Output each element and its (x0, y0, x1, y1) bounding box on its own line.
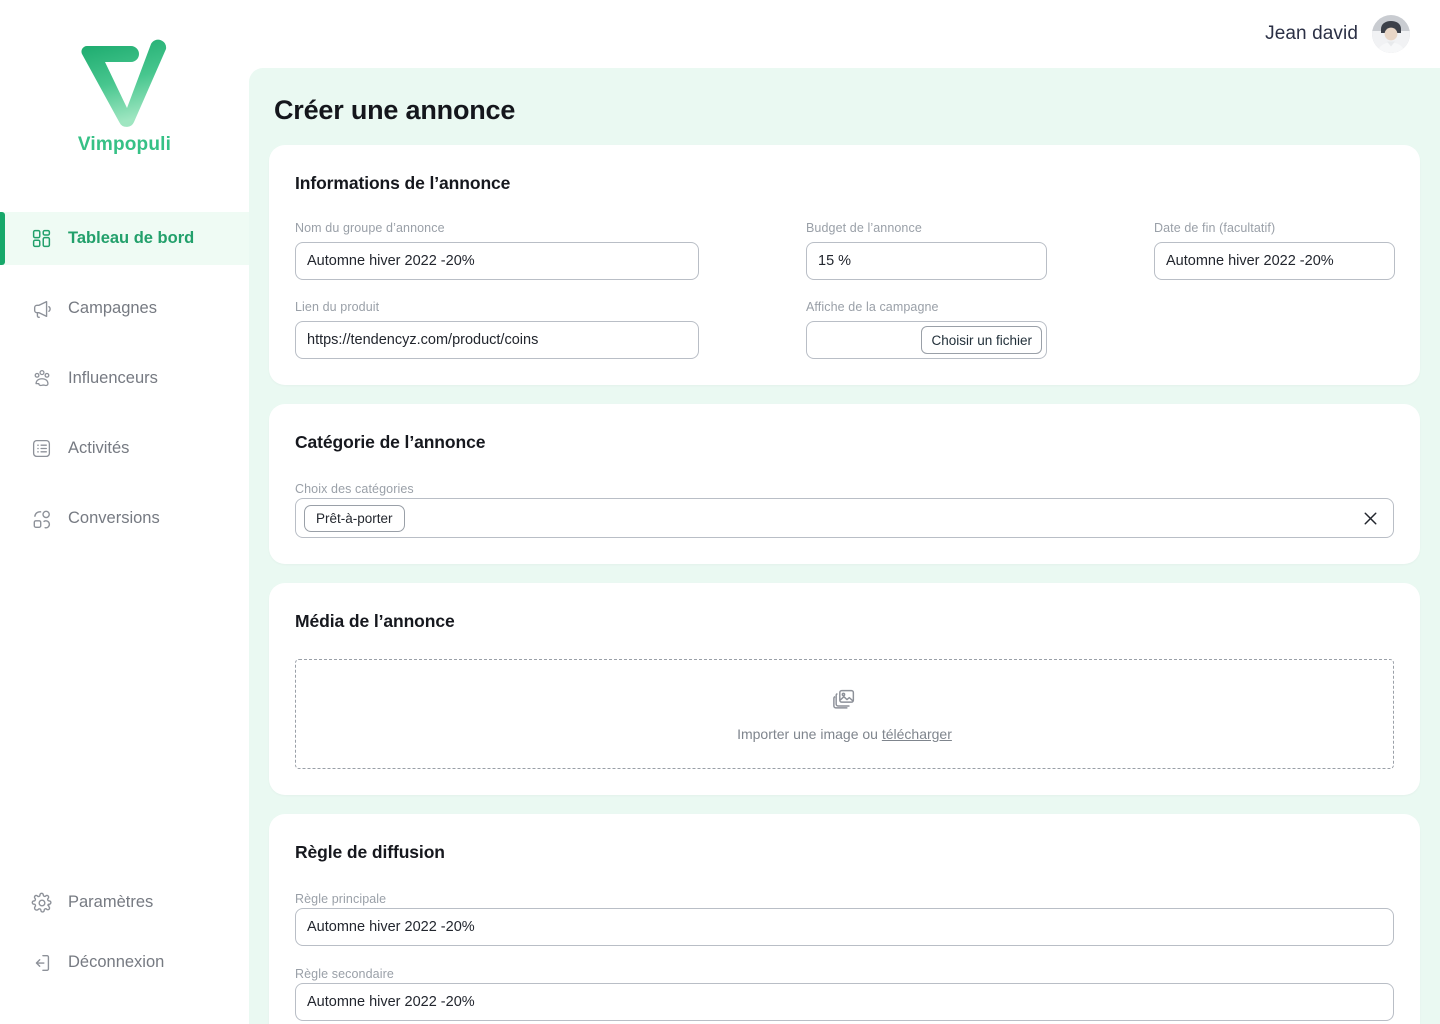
page-content: Créer une annonce Informations de l’anno… (249, 68, 1440, 1024)
end-date-input[interactable] (1154, 242, 1395, 280)
sidebar-item-campagnes[interactable]: Campagnes (0, 282, 249, 335)
card-regle-diffusion: Règle de diffusion Règle principale Règl… (269, 814, 1420, 1024)
sidebar-item-parametres[interactable]: Paramètres (0, 876, 249, 929)
budget-input[interactable] (806, 242, 1047, 280)
brand: Vimpopuli (0, 0, 249, 156)
poster-file-field[interactable]: Choisir un fichier (806, 321, 1047, 359)
sidebar-item-label: Paramètres (68, 893, 154, 911)
field-label: Règle secondaire (295, 967, 394, 981)
influencers-group-icon (30, 367, 53, 390)
category-chip[interactable]: Prêt-à-porter (304, 504, 405, 532)
sidebar-item-label: Influenceurs (68, 369, 158, 387)
user-avatar-icon (1372, 15, 1410, 53)
field-label: Lien du produit (295, 300, 380, 314)
sidebar-item-label: Tableau de bord (68, 229, 195, 247)
categories-select[interactable]: Prêt-à-porter (295, 498, 1394, 538)
card-title: Règle de diffusion (295, 842, 445, 862)
media-dropzone[interactable]: Importer une image ou télécharger (295, 659, 1394, 769)
list-checklist-icon (30, 437, 53, 460)
info-fields-grid: Nom du groupe d’annonce Budget de l’anno… (295, 221, 1395, 359)
field-label: Règle principale (295, 892, 387, 906)
field-label: Budget de l’annonce (806, 221, 922, 235)
sidebar-item-label: Campagnes (68, 299, 157, 317)
sidebar-item-label: Activités (68, 439, 130, 457)
sidebar-item-activites[interactable]: Activités (0, 422, 249, 475)
field-budget: Budget de l’annonce (806, 221, 1047, 280)
vimpopuli-v-logo-icon (80, 39, 166, 127)
sidebar-item-label: Déconnexion (68, 953, 165, 971)
gear-icon (30, 891, 53, 914)
sidebar-item-influenceurs[interactable]: Influenceurs (0, 352, 249, 405)
sidebar: Vimpopuli Tableau de bord Campagnes Infl… (0, 0, 249, 1024)
sidebar-item-label: Conversions (68, 509, 160, 527)
field-regle-secondaire: Règle secondaire (295, 965, 1394, 1021)
topbar: Jean david (249, 0, 1440, 68)
card-media: Média de l’annonce Importer une image ou… (269, 583, 1420, 795)
field-label: Nom du groupe d’annonce (295, 221, 445, 235)
field-date-fin: Date de fin (facultatif) (1154, 221, 1395, 280)
dropzone-upload-link[interactable]: télécharger (882, 726, 952, 742)
product-link-input[interactable] (295, 321, 699, 359)
dropzone-prompt: Importer une image ou (737, 725, 882, 742)
ad-group-name-input[interactable] (295, 242, 699, 280)
user-name: Jean david (1265, 23, 1358, 44)
page-title: Créer une annonce (274, 95, 516, 125)
brand-name: Vimpopuli (77, 134, 172, 155)
conversions-shapes-icon (30, 507, 53, 530)
sidebar-item-deconnexion[interactable]: Déconnexion (0, 936, 249, 989)
choose-file-button[interactable]: Choisir un fichier (921, 326, 1042, 354)
field-regle-principale: Règle principale (295, 890, 1394, 946)
card-title: Informations de l’annonce (295, 173, 511, 193)
sidebar-item-conversions[interactable]: Conversions (0, 492, 249, 545)
field-affiche-campagne: Affiche de la campagne Choisir un fichie… (806, 300, 1047, 359)
avatar[interactable] (1372, 15, 1410, 53)
dropzone-text: Importer une image ou télécharger (737, 726, 952, 742)
sidebar-nav-secondary: Paramètres Déconnexion (0, 876, 249, 1024)
field-label: Date de fin (facultatif) (1154, 221, 1276, 235)
card-categorie: Catégorie de l’annonce Choix des catégor… (269, 404, 1420, 564)
sidebar-item-tableau-de-bord[interactable]: Tableau de bord (0, 212, 249, 265)
logout-icon (30, 951, 53, 974)
megaphone-icon (30, 297, 53, 320)
close-x-icon[interactable] (1360, 508, 1381, 529)
field-nom-groupe-annonce: Nom du groupe d’annonce (295, 221, 699, 280)
field-label-choix-categories: Choix des catégories (295, 482, 414, 496)
sidebar-nav-primary: Tableau de bord Campagnes Influenceurs A… (0, 212, 249, 545)
secondary-rule-input[interactable] (295, 983, 1394, 1021)
images-stack-icon (832, 687, 857, 717)
app-root: Vimpopuli Tableau de bord Campagnes Infl… (0, 0, 1440, 1024)
primary-rule-input[interactable] (295, 908, 1394, 946)
card-title: Catégorie de l’annonce (295, 432, 486, 452)
dashboard-grid-icon (30, 227, 53, 250)
card-informations: Informations de l’annonce Nom du groupe … (269, 145, 1420, 385)
field-lien-produit: Lien du produit (295, 300, 699, 359)
card-title: Média de l’annonce (295, 611, 455, 631)
main-area: Jean david Créer une annonce Information… (249, 0, 1440, 1024)
field-label: Affiche de la campagne (806, 300, 939, 314)
grid-spacer (1154, 300, 1395, 359)
